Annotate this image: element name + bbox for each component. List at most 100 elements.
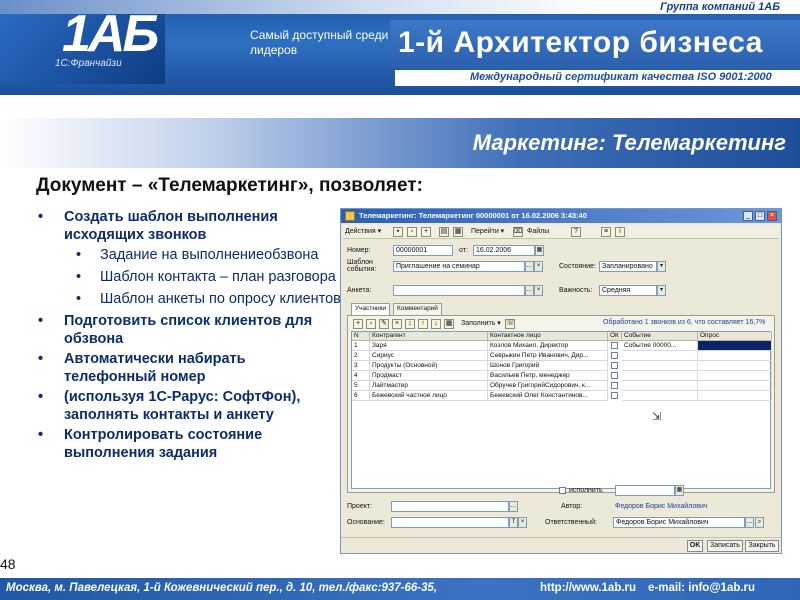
responsible-field[interactable]: Федоров Борис Михайлович	[613, 517, 745, 528]
state-field[interactable]: Запланировано	[599, 261, 657, 272]
template-label: Шаблон события:	[347, 259, 377, 273]
execute-date-field[interactable]	[615, 485, 675, 496]
move-down-icon[interactable]: ↓	[431, 319, 441, 329]
contact-cell[interactable]: Севрыкин Петр Иванович, Дир...	[488, 351, 608, 361]
survey-cell[interactable]	[698, 391, 772, 401]
column-header[interactable]: Событие	[622, 332, 698, 341]
search-icon[interactable]: ⌕	[755, 517, 764, 528]
execute-calendar-icon[interactable]: ▦	[675, 485, 684, 496]
column-header[interactable]: Контактное лицо	[488, 332, 608, 341]
contractor-cell[interactable]: Продукты (Основной)	[370, 361, 488, 371]
survey-cell[interactable]	[698, 361, 772, 371]
contractor-cell[interactable]: Продмаст	[370, 371, 488, 381]
new-icon[interactable]: +	[421, 227, 431, 237]
survey-cell[interactable]	[698, 351, 772, 361]
responsible-label: Ответственный:	[545, 519, 597, 526]
help-icon[interactable]: ?	[571, 227, 581, 237]
footer-website-link[interactable]: http://www.1ab.ru	[540, 582, 636, 594]
survey-cell[interactable]	[698, 371, 772, 381]
copy-row-icon[interactable]: ▫	[366, 319, 376, 329]
edit-row-icon[interactable]: ✎	[379, 319, 389, 329]
settings-icon[interactable]: ≡	[601, 227, 611, 237]
contractor-cell[interactable]: Лайтмастер	[370, 381, 488, 391]
state-dropdown-icon[interactable]: ▾	[657, 261, 666, 272]
info-icon[interactable]: i	[615, 227, 625, 237]
template-field[interactable]: Приглашение на семинар	[393, 261, 525, 272]
files-menu[interactable]: Файлы	[527, 227, 549, 237]
column-header[interactable]: Опрос	[698, 332, 772, 341]
clear-survey-button[interactable]: ×	[534, 285, 543, 296]
ok-checkbox[interactable]	[611, 342, 618, 349]
ok-checkbox[interactable]	[611, 372, 618, 379]
add-row-icon[interactable]: +	[353, 319, 363, 329]
basis-field[interactable]	[391, 517, 509, 528]
row-number: 3	[352, 361, 370, 371]
contact-cell[interactable]: Шонов Григорий	[488, 361, 608, 371]
event-cell[interactable]	[622, 351, 698, 361]
contractor-cell[interactable]: Сириус	[370, 351, 488, 361]
save-button[interactable]: Записать	[707, 540, 743, 552]
select-responsible-button[interactable]: …	[745, 517, 754, 528]
contact-cell[interactable]: Козлов Михаил, Директор	[488, 341, 608, 351]
survey-cell[interactable]	[698, 381, 772, 391]
tab-participants[interactable]: Участники	[351, 303, 391, 315]
event-cell[interactable]	[622, 361, 698, 371]
survey-cell-selected[interactable]	[698, 341, 772, 351]
event-cell[interactable]: Событие 00000...	[622, 341, 698, 351]
actions-menu[interactable]: Действия ▾	[345, 227, 381, 237]
ok-checkbox[interactable]	[611, 362, 618, 369]
select-project-button[interactable]: …	[509, 501, 518, 512]
print-icon[interactable]: ▤	[439, 227, 449, 237]
contact-cell[interactable]: Бежевский Олег Константинов...	[488, 391, 608, 401]
phone-icon[interactable]: ☏	[505, 319, 515, 329]
close-button[interactable]: Закрыть	[745, 540, 779, 552]
event-cell[interactable]	[622, 391, 698, 401]
author-label: Автор:	[561, 503, 583, 510]
number-field[interactable]: 00000001	[393, 245, 453, 256]
grid-icon[interactable]: ▦	[444, 319, 454, 329]
column-header[interactable]: ОК	[608, 332, 622, 341]
feature-list: • Создать шаблон выполнения исходящих зво…	[36, 208, 341, 464]
importance-field[interactable]: Средняя	[599, 285, 657, 296]
save-icon[interactable]: ▪	[393, 227, 403, 237]
ok-checkbox[interactable]	[611, 382, 618, 389]
fill-button[interactable]: Заполнить ▾	[461, 319, 501, 329]
contractor-cell[interactable]: Бежевский частное лицо	[370, 391, 488, 401]
footer-email-link[interactable]: e-mail: info@1ab.ru	[648, 582, 755, 594]
sort-icon[interactable]: ↕	[405, 319, 415, 329]
move-up-icon[interactable]: ↑	[418, 319, 428, 329]
delete-row-icon[interactable]: ×	[392, 319, 402, 329]
event-cell[interactable]	[622, 371, 698, 381]
ok-checkbox[interactable]	[611, 352, 618, 359]
window-titlebar[interactable]: Телемаркетинг: Телемаркетинг 00000001 от…	[341, 209, 781, 223]
contact-cell[interactable]: Васильев Петр, менеджер	[488, 371, 608, 381]
clear-basis-button[interactable]: ×	[518, 517, 527, 528]
copy-icon[interactable]: ▫	[407, 227, 417, 237]
ok-checkbox[interactable]	[611, 392, 618, 399]
contact-cell[interactable]: Обручев ГригорийСидорович, к...	[488, 381, 608, 391]
author-value[interactable]: Федоров Борис Михайлович	[615, 503, 708, 510]
select-template-button[interactable]: …	[525, 261, 534, 272]
structure-icon[interactable]: ▦	[453, 227, 463, 237]
importance-dropdown-icon[interactable]: ▾	[657, 285, 666, 296]
ok-button[interactable]: OK	[687, 540, 703, 552]
clear-template-button[interactable]: ×	[534, 261, 543, 272]
attach-icon[interactable]: ⌧	[513, 227, 523, 237]
project-field[interactable]	[391, 501, 509, 512]
maximize-button[interactable]: □	[755, 211, 765, 221]
survey-field[interactable]	[393, 285, 525, 296]
calendar-icon[interactable]: ▦	[535, 245, 544, 256]
goto-menu[interactable]: Перейти ▾	[471, 227, 504, 237]
date-field[interactable]: 16.02.2006	[473, 245, 535, 256]
contractor-cell[interactable]: Заря	[370, 341, 488, 351]
minimize-button[interactable]: _	[743, 211, 753, 221]
column-header[interactable]: Контрагент	[370, 332, 488, 341]
event-cell[interactable]	[622, 381, 698, 391]
select-survey-button[interactable]: …	[525, 285, 534, 296]
column-header[interactable]: N	[352, 332, 370, 341]
close-window-button[interactable]: ×	[767, 211, 777, 221]
execute-checkbox[interactable]	[559, 487, 566, 494]
tab-comment[interactable]: Комментарий	[393, 303, 442, 315]
basis-type-button[interactable]: T	[509, 517, 518, 528]
list-item: • Создать шаблон выполнения исходящих зво…	[38, 209, 278, 243]
